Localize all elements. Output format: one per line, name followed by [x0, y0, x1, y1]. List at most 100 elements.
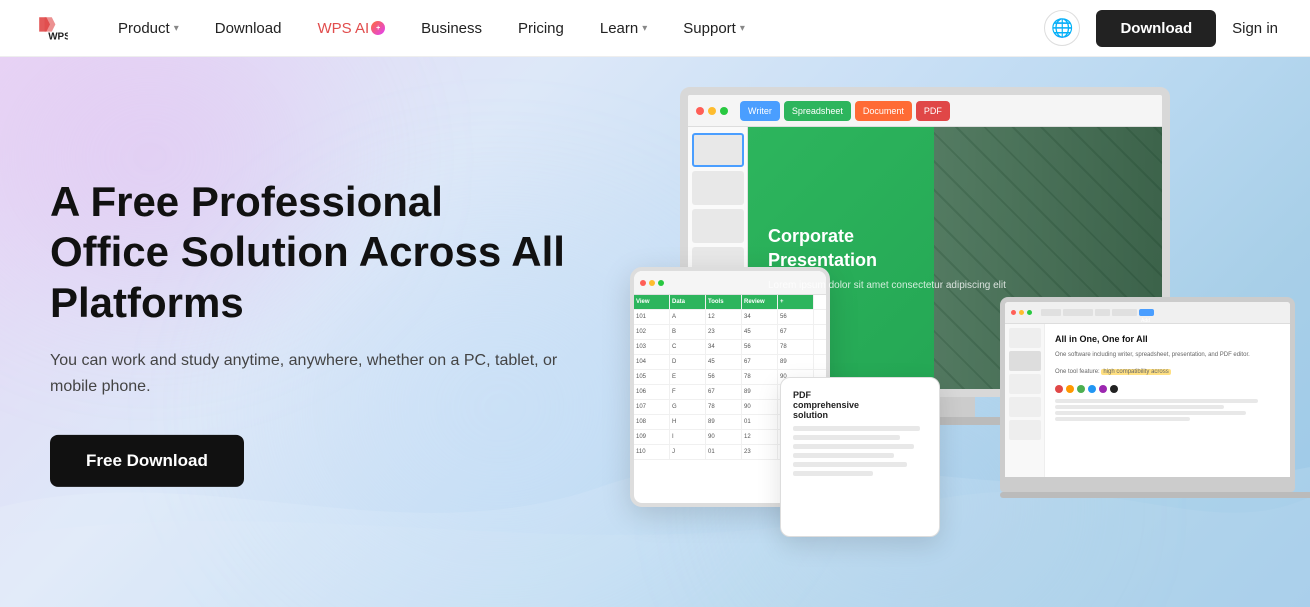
nav-item-product[interactable]: Product ▾: [100, 0, 197, 57]
sheet-cell: A: [670, 310, 706, 324]
hero-title: A Free Professional Office Solution Acro…: [50, 177, 570, 328]
sheet-data-row: 103C345678: [634, 340, 826, 355]
pdf-text-line-2: [793, 435, 900, 440]
sheet-cell: G: [670, 400, 706, 414]
toolbar-block: [1095, 309, 1110, 316]
sheet-data-row: 102B234567: [634, 325, 826, 340]
nav-download-button[interactable]: Download: [1096, 10, 1216, 47]
slide-title: CorporatePresentation: [768, 225, 877, 272]
svg-text:WPS: WPS: [48, 32, 68, 43]
sheet-cell: F: [670, 385, 706, 399]
pdf-card-title: PDFcomprehensivesolution: [793, 390, 927, 420]
sheet-cell: 90: [742, 400, 778, 414]
toolbar-block: [1041, 309, 1061, 316]
hero-devices: Writer Spreadsheet Document PDF: [630, 77, 1310, 607]
laptop-doc-highlight-text: One tool feature: high compatibility acr…: [1055, 368, 1280, 377]
sheet-cell: H: [670, 415, 706, 429]
laptop-sidebar: [1005, 324, 1045, 477]
hero-cta-button[interactable]: Free Download: [50, 435, 244, 487]
sheet-cell: 12: [742, 430, 778, 444]
hero-section: A Free Professional Office Solution Acro…: [0, 57, 1310, 607]
nav-item-support[interactable]: Support ▾: [665, 0, 763, 57]
hero-subtitle: You can work and study anytime, anywhere…: [50, 348, 570, 399]
tab-spreadsheet[interactable]: Spreadsheet: [784, 101, 851, 121]
pdf-card: PDFcomprehensivesolution: [780, 377, 940, 537]
globe-icon[interactable]: 🌐: [1044, 10, 1080, 46]
tab-pdf[interactable]: PDF: [916, 101, 950, 121]
sidebar-thumb-2[interactable]: [692, 171, 744, 205]
nav-item-wps-ai[interactable]: WPS AI +: [299, 0, 403, 57]
nav-item-pricing[interactable]: Pricing: [500, 0, 582, 57]
sheet-data-row: 104D456789: [634, 355, 826, 370]
screen-toolbar: Writer Spreadsheet Document PDF: [688, 95, 1162, 127]
sheet-cell: 23: [706, 325, 742, 339]
pdf-text-line-6: [793, 471, 873, 476]
sheet-cell: 89: [778, 355, 814, 369]
laptop-screen: Add All in O: [1000, 297, 1295, 482]
screen-tabs: Writer Spreadsheet Document PDF: [740, 101, 950, 121]
sidebar-thumb-3[interactable]: [692, 209, 744, 243]
sheet-cell: 78: [706, 400, 742, 414]
ai-badge: +: [371, 21, 385, 35]
nav-right: 🌐 Download Sign in: [1044, 10, 1278, 47]
sheet-cell: 78: [778, 340, 814, 354]
laptop-mockup: Add All in O: [1000, 297, 1310, 517]
sheet-col-5: +: [778, 295, 814, 309]
sheet-cell: 102: [634, 325, 670, 339]
tab-writer[interactable]: Writer: [740, 101, 780, 121]
tab-presentation[interactable]: Document: [855, 101, 912, 121]
color-dot-blue: [1088, 385, 1096, 393]
nav-item-learn[interactable]: Learn ▾: [582, 0, 665, 57]
sidebar-thumb: [1009, 351, 1041, 371]
sheet-cell: 23: [742, 445, 778, 459]
tablet-dot-red: [640, 280, 646, 286]
sidebar-thumb-1[interactable]: [692, 133, 744, 167]
sheet-cell: 106: [634, 385, 670, 399]
laptop-foot: [1000, 492, 1310, 498]
sheet-cell: 101: [634, 310, 670, 324]
hero-content: A Free Professional Office Solution Acro…: [50, 177, 570, 487]
color-dot-green: [1077, 385, 1085, 393]
signin-link[interactable]: Sign in: [1232, 20, 1278, 37]
traffic-dot-yellow: [708, 107, 716, 115]
sheet-cell: 78: [742, 370, 778, 384]
sheet-cell: 67: [778, 325, 814, 339]
sheet-header-row: View Data Tools Review +: [634, 295, 826, 310]
chevron-down-icon: ▾: [740, 23, 745, 34]
sheet-cell: 67: [742, 355, 778, 369]
pdf-text-line-4: [793, 453, 894, 458]
slide-subtitle: Lorem ipsum dolor sit amet consectetur a…: [768, 280, 1006, 291]
laptop-dot-green: [1027, 310, 1032, 315]
toolbar-block: [1063, 309, 1093, 316]
nav-item-business[interactable]: Business: [403, 0, 500, 57]
addtext-block: Add: [1139, 309, 1154, 316]
color-dot-dark: [1110, 385, 1118, 393]
sheet-cell: 12: [706, 310, 742, 324]
pdf-text-line-1: [793, 426, 920, 431]
text-line: [1055, 399, 1258, 403]
sheet-cell: 103: [634, 340, 670, 354]
logo[interactable]: WPS: [32, 10, 68, 46]
sheet-cell: I: [670, 430, 706, 444]
sheet-cell: E: [670, 370, 706, 384]
sidebar-thumb: [1009, 420, 1041, 440]
sidebar-thumb: [1009, 374, 1041, 394]
sidebar-thumb: [1009, 328, 1041, 348]
sheet-col-4: Review: [742, 295, 778, 309]
traffic-dot-red: [696, 107, 704, 115]
sidebar-thumb: [1009, 397, 1041, 417]
laptop-content: All in One, One for All One software inc…: [1045, 324, 1290, 477]
laptop-color-dots: [1055, 385, 1280, 393]
laptop-dot-red: [1011, 310, 1016, 315]
text-line: [1055, 405, 1224, 409]
sheet-cell: 45: [742, 325, 778, 339]
nav-item-download[interactable]: Download: [197, 0, 300, 57]
sheet-cell: 107: [634, 400, 670, 414]
text-line: [1055, 417, 1190, 421]
toolbar-block: [1112, 309, 1137, 316]
laptop-toolbar: Add: [1005, 302, 1290, 324]
sheet-cell: 108: [634, 415, 670, 429]
laptop-dot-yellow: [1019, 310, 1024, 315]
pdf-text-line-3: [793, 444, 914, 449]
nav-links: Product ▾ Download WPS AI + Business Pri…: [100, 0, 1044, 57]
